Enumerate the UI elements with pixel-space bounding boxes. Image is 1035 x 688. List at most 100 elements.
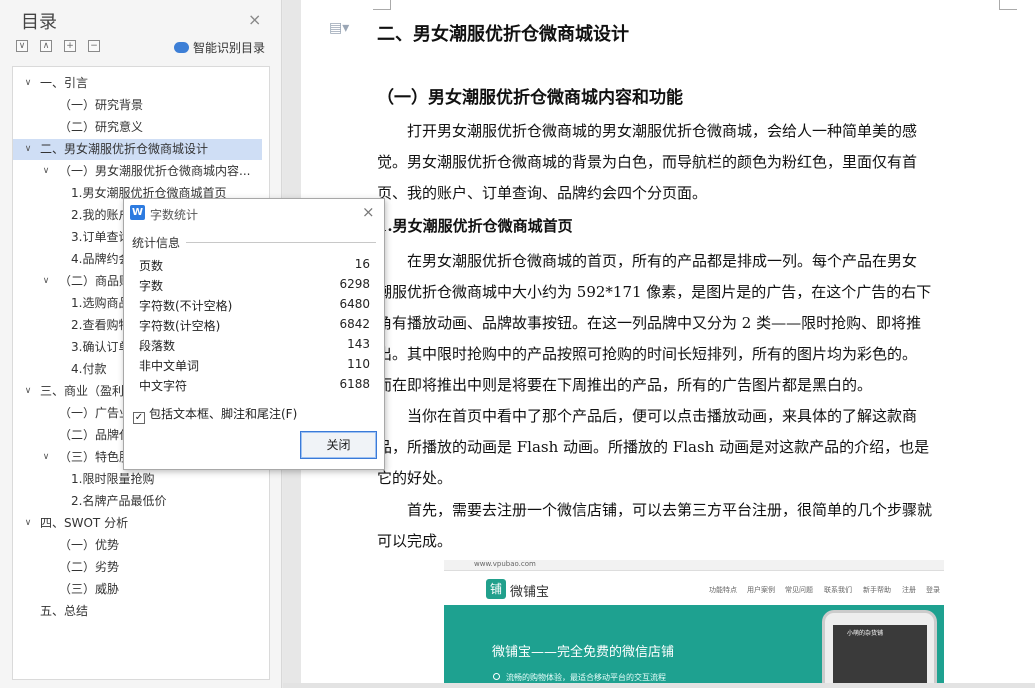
body-text: 在男女潮服优折仓微商城的首页，所有的产品都是排成一列。每个产品在男女 bbox=[407, 252, 918, 270]
toc-item[interactable]: （一）研究背景 bbox=[13, 95, 262, 116]
embedded-site-nav: 铺 微铺宝 功能特点 用户案例 常见问题 联系我们 新手帮助 注册 登录 bbox=[444, 572, 944, 605]
embedded-hero-banner: 微铺宝——完全免费的微信店铺 流畅的购物体验，最适合移动平台的交互流程 小萌的杂… bbox=[444, 605, 944, 688]
include-textbox-checkbox[interactable]: ✓ 包括文本框、脚注和尾注(F) bbox=[133, 405, 297, 424]
toc-item[interactable]: ∨ （一）男女潮服优折仓微商城内容... bbox=[13, 161, 262, 182]
document-area[interactable]: ▤▾ 二、男女潮服优折仓微商城设计 （一）男女潮服优折仓微商城内容和功能 打开男… bbox=[283, 0, 1035, 688]
embedded-nav-link: 功能特点 bbox=[709, 586, 737, 594]
toc-item-label: 五、总结 bbox=[40, 604, 89, 618]
smart-toc-button[interactable]: 智能识别目录 bbox=[174, 39, 265, 56]
toc-item[interactable]: （二）研究意义 bbox=[13, 117, 262, 138]
embedded-nav-link: 用户案例 bbox=[747, 586, 775, 594]
stat-row: 字符数(不计空格) 6480 bbox=[139, 297, 370, 317]
embedded-nav-link: 新手帮助 bbox=[863, 586, 891, 594]
embedded-nav-link: 联系我们 bbox=[824, 586, 852, 594]
toc-item-label: （一）优势 bbox=[59, 538, 120, 552]
body-text: 而在即将推出中则是将要在下周推出的产品，所有的广告图片都是黑白的。 bbox=[377, 376, 873, 394]
smart-cloud-icon bbox=[174, 42, 189, 53]
toc-item-selected[interactable]: ∨ 二、男女潮服优折仓微商城设计 bbox=[13, 139, 262, 160]
stat-row: 页数 16 bbox=[139, 257, 370, 277]
body-text: 角有播放动画、品牌故事按钮。在这一列品牌中又分为 2 类——限时抢购、即将推 bbox=[377, 314, 922, 332]
stat-value: 6842 bbox=[339, 317, 370, 331]
body-text: 打开男女潮服优折仓微商城的男女潮服优折仓微商城，会给人一种简单美的感 bbox=[407, 122, 918, 140]
word-count-dialog: W 字数统计 × 统计信息 页数 16 字数 6298 字符数(不计空格) 6480 … bbox=[123, 198, 385, 470]
toc-item-label: （二）劣势 bbox=[59, 560, 120, 574]
body-text: 页、我的账户、订单查询、品牌约会四个分页面。 bbox=[377, 184, 708, 202]
chevron-down-icon[interactable]: ∨ bbox=[23, 73, 33, 94]
remove-heading-icon[interactable]: − bbox=[88, 40, 100, 52]
collapse-all-icon[interactable]: ∧ bbox=[40, 40, 52, 52]
smart-toc-label: 智能识别目录 bbox=[193, 41, 266, 55]
embedded-nav-link: 常见问题 bbox=[785, 586, 813, 594]
body-text: 品，所播放的动画是 Flash 动画。所播放的 Flash 动画是对这款产品的介… bbox=[377, 438, 930, 456]
stat-label: 字符数(不计空格) bbox=[139, 299, 233, 313]
toc-item-label: 二、男女潮服优折仓微商城设计 bbox=[40, 142, 209, 156]
toc-item[interactable]: 五、总结 bbox=[13, 601, 262, 622]
chevron-down-icon[interactable]: ∨ bbox=[23, 513, 33, 534]
toc-item-label: （二）品牌代 bbox=[59, 428, 132, 442]
divider bbox=[186, 242, 376, 243]
section-heading: 二、男女潮服优折仓微商城设计 bbox=[377, 24, 629, 45]
phone-screen-text: 小萌的杂货铺 bbox=[847, 630, 884, 637]
phone-mockup-icon: 小萌的杂货铺 bbox=[822, 610, 937, 688]
stats-group-label: 统计信息 bbox=[132, 236, 181, 250]
embedded-nav-link: 注册 bbox=[902, 586, 916, 594]
toc-item-label: 3.订单查询 bbox=[71, 230, 131, 244]
document-nav-icon[interactable]: ▤▾ bbox=[329, 20, 349, 36]
stat-row: 字符数(计空格) 6842 bbox=[139, 317, 370, 337]
embedded-logo-icon: 铺 bbox=[486, 579, 506, 599]
toc-title: 目录 bbox=[21, 12, 57, 33]
stat-row: 中文字符 6188 bbox=[139, 377, 370, 397]
embedded-browser-bar: www.vpubao.com bbox=[444, 560, 944, 571]
stat-row: 字数 6298 bbox=[139, 277, 370, 297]
chevron-down-icon[interactable]: ∨ bbox=[23, 381, 33, 402]
toc-close-icon[interactable]: × bbox=[248, 10, 261, 29]
body-text: 觉。男女潮服优折仓微商城的背景为白色，而导航栏的颜色为粉红色，里面仅有首 bbox=[377, 153, 918, 171]
toc-item[interactable]: 1.限时限量抢购 bbox=[13, 469, 262, 490]
toc-item-label: 一、引言 bbox=[40, 76, 89, 90]
toc-item-label: 3.确认订单 bbox=[71, 340, 131, 354]
stat-value: 6188 bbox=[339, 377, 370, 391]
dialog-title: 字数统计 bbox=[150, 208, 199, 222]
stat-value: 6298 bbox=[339, 277, 370, 291]
toc-item-label: （二）研究意义 bbox=[59, 120, 144, 134]
chevron-down-icon[interactable]: ∨ bbox=[23, 139, 33, 160]
document-page[interactable]: ▤▾ 二、男女潮服优折仓微商城设计 （一）男女潮服优折仓微商城内容和功能 打开男… bbox=[301, 0, 1035, 688]
chevron-down-icon[interactable]: ∨ bbox=[41, 161, 51, 182]
toc-item-label: （三）威胁 bbox=[59, 582, 120, 596]
wps-writer-icon: W bbox=[130, 205, 145, 220]
horizontal-scrollbar[interactable] bbox=[283, 683, 1035, 688]
chevron-down-icon[interactable]: ∨ bbox=[41, 271, 51, 292]
toc-item[interactable]: （一）优势 bbox=[13, 535, 262, 556]
stat-label: 非中文单词 bbox=[139, 359, 200, 373]
chevron-down-icon[interactable]: ∨ bbox=[41, 447, 51, 468]
toc-item-label: 4.付款 bbox=[71, 362, 107, 376]
toc-item-label: （一）广告业 bbox=[59, 406, 132, 420]
stat-value: 16 bbox=[354, 257, 370, 271]
stat-row: 非中文单词 110 bbox=[139, 357, 370, 377]
dialog-close-icon[interactable]: × bbox=[362, 203, 375, 221]
toc-item[interactable]: ∨ 一、引言 bbox=[13, 73, 262, 94]
body-text: 潮服优折仓微商城中大小约为 592*171 像素，是图片是的广告，在这个广告的右… bbox=[377, 283, 932, 301]
stat-label: 中文字符 bbox=[139, 379, 188, 393]
toc-item[interactable]: （三）威胁 bbox=[13, 579, 262, 600]
stat-label: 段落数 bbox=[139, 339, 176, 353]
subsection-heading: （一）男女潮服优折仓微商城内容和功能 bbox=[377, 88, 683, 108]
embedded-hero-title: 微铺宝——完全免费的微信店铺 bbox=[492, 645, 675, 660]
checkbox-checked-icon[interactable]: ✓ bbox=[133, 412, 145, 424]
phone-screen: 小萌的杂货铺 bbox=[833, 625, 927, 688]
embedded-hero-subtitle: 流畅的购物体验，最适合移动平台的交互流程 bbox=[506, 673, 666, 682]
stat-value: 143 bbox=[347, 337, 370, 351]
toc-item-label: 三、商业（盈利 bbox=[40, 384, 125, 398]
stat-value: 6480 bbox=[339, 297, 370, 311]
toc-item[interactable]: 2.名牌产品最低价 bbox=[13, 491, 262, 512]
stat-label: 字符数(计空格) bbox=[139, 319, 221, 333]
stat-value: 110 bbox=[347, 357, 370, 371]
bullet-circle-icon bbox=[493, 673, 500, 680]
dialog-titlebar[interactable]: W 字数统计 × bbox=[124, 199, 384, 227]
expand-all-icon[interactable]: ∨ bbox=[16, 40, 28, 52]
close-button[interactable]: 关闭 bbox=[300, 431, 377, 459]
toc-item[interactable]: ∨ 四、SWOT 分析 bbox=[13, 513, 262, 534]
toc-item-label: 1.选购商品 bbox=[71, 296, 131, 310]
toc-item[interactable]: （二）劣势 bbox=[13, 557, 262, 578]
add-heading-icon[interactable]: + bbox=[64, 40, 76, 52]
